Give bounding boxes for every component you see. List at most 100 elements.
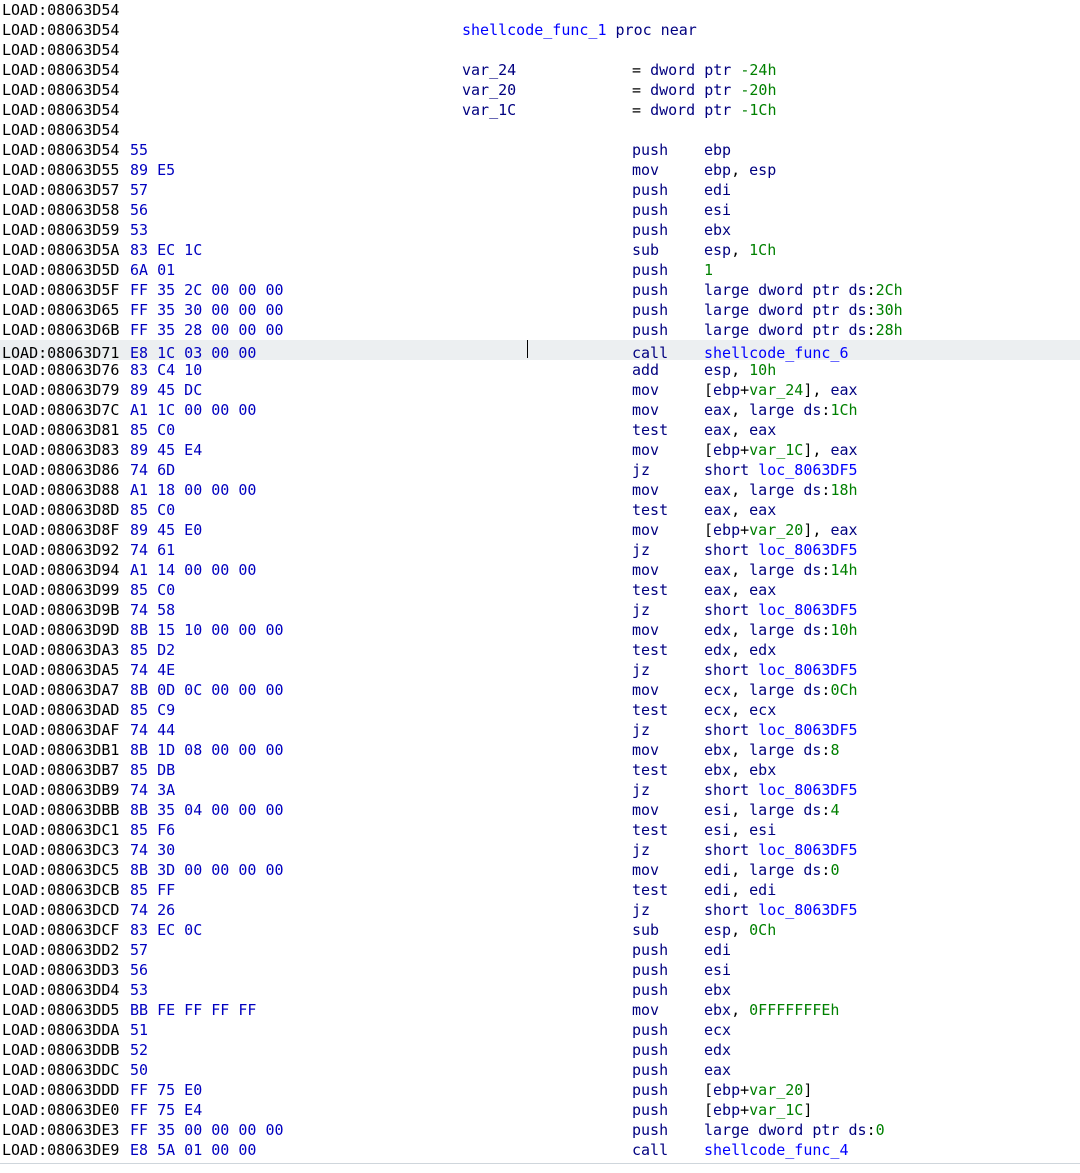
disassembly-listing[interactable]: LOAD:08063D54LOAD:08063D54shellcode_func… [0, 0, 1080, 1162]
disasm-line[interactable]: LOAD:08063D94A1 14 00 00 00moveax, large… [0, 560, 1080, 580]
opcode-bytes: 8B 1D 08 00 00 00 [130, 740, 528, 760]
disasm-line[interactable]: LOAD:08063DDB52pushedx [0, 1040, 1080, 1060]
disasm-line[interactable]: LOAD:08063D88A1 18 00 00 00moveax, large… [0, 480, 1080, 500]
disasm-line[interactable]: LOAD:08063DBB8B 35 04 00 00 00movesi, la… [0, 800, 1080, 820]
mnemonic: test [632, 880, 704, 900]
operands: esp, 0Ch [704, 920, 1080, 940]
disasm-line[interactable]: LOAD:08063D5D6A 01push1 [0, 260, 1080, 280]
disasm-line[interactable]: LOAD:08063DB785 DBtestebx, ebx [0, 760, 1080, 780]
disasm-line[interactable]: LOAD:08063DDA51pushecx [0, 1020, 1080, 1040]
disasm-line[interactable]: LOAD:08063D9B74 58jzshort loc_8063DF5 [0, 600, 1080, 620]
local-var-name: var_20 [462, 80, 632, 100]
address: LOAD:08063D5D [0, 260, 130, 280]
disasm-line[interactable]: LOAD:08063DE3FF 35 00 00 00 00pushlarge … [0, 1120, 1080, 1140]
disasm-line[interactable]: LOAD:08063DA385 D2testedx, edx [0, 640, 1080, 660]
address: LOAD:08063D88 [0, 480, 130, 500]
mnemonic: mov [632, 560, 704, 580]
mnemonic: jz [632, 660, 704, 680]
disasm-line[interactable]: LOAD:08063D9274 61jzshort loc_8063DF5 [0, 540, 1080, 560]
disasm-line[interactable]: LOAD:08063DC374 30jzshort loc_8063DF5 [0, 840, 1080, 860]
operands: eax, large ds:18h [704, 480, 1080, 500]
opcode-bytes: 8B 0D 0C 00 00 00 [130, 680, 528, 700]
operands: ebx [704, 220, 1080, 240]
disasm-line[interactable]: LOAD:08063D5856pushesi [0, 200, 1080, 220]
disasm-line[interactable]: LOAD:08063D54 [0, 120, 1080, 140]
disasm-line[interactable]: LOAD:08063D5FFF 35 2C 00 00 00pushlarge … [0, 280, 1080, 300]
disasm-line[interactable]: LOAD:08063D8185 C0testeax, eax [0, 420, 1080, 440]
operands: esp, 1Ch [704, 240, 1080, 260]
opcode-bytes: 8B 35 04 00 00 00 [130, 800, 528, 820]
disasm-line[interactable]: LOAD:08063D71E8 1C 03 00 00callshellcode… [0, 340, 1080, 360]
disasm-line[interactable]: LOAD:08063D6BFF 35 28 00 00 00pushlarge … [0, 320, 1080, 340]
disasm-line[interactable]: LOAD:08063DC58B 3D 00 00 00 00movedi, la… [0, 860, 1080, 880]
operands: [ebp+var_1C], eax [704, 440, 1080, 460]
disasm-line[interactable]: LOAD:08063D7CA1 1C 00 00 00moveax, large… [0, 400, 1080, 420]
var-reference: var_24 [749, 381, 803, 399]
disasm-line[interactable]: LOAD:08063DCD74 26jzshort loc_8063DF5 [0, 900, 1080, 920]
mnemonic: mov [632, 800, 704, 820]
disasm-line[interactable]: LOAD:08063DD5BB FE FF FF FFmovebx, 0FFFF… [0, 1000, 1080, 1020]
disasm-line[interactable]: LOAD:08063DDDFF 75 E0push[ebp+var_20] [0, 1080, 1080, 1100]
operands: esp, 10h [704, 360, 1080, 380]
address: LOAD:08063D6B [0, 320, 130, 340]
address: LOAD:08063D65 [0, 300, 130, 320]
disasm-line[interactable]: LOAD:08063D54var_24= dword ptr -24h [0, 60, 1080, 80]
disasm-line[interactable]: LOAD:08063D7989 45 DCmov[ebp+var_24], ea… [0, 380, 1080, 400]
disasm-line[interactable]: LOAD:08063D8F89 45 E0mov[ebp+var_20], ea… [0, 520, 1080, 540]
operands: ebx, large ds:8 [704, 740, 1080, 760]
address: LOAD:08063DD4 [0, 980, 130, 1000]
disasm-line[interactable]: LOAD:08063DB974 3Ajzshort loc_8063DF5 [0, 780, 1080, 800]
mnemonic: sub [632, 920, 704, 940]
operands: edx, large ds:10h [704, 620, 1080, 640]
address: LOAD:08063DAD [0, 700, 130, 720]
disasm-line[interactable]: LOAD:08063D8389 45 E4mov[ebp+var_1C], ea… [0, 440, 1080, 460]
disasm-line[interactable]: LOAD:08063DAF74 44jzshort loc_8063DF5 [0, 720, 1080, 740]
opcode-bytes: 50 [130, 1060, 528, 1080]
disasm-line[interactable]: LOAD:08063D54shellcode_func_1 proc near [0, 20, 1080, 40]
opcode-bytes: 53 [130, 980, 528, 1000]
disasm-line[interactable]: LOAD:08063DDC50pusheax [0, 1060, 1080, 1080]
disasm-line[interactable]: LOAD:08063D5589 E5movebp, esp [0, 160, 1080, 180]
opcode-bytes: 74 3A [130, 780, 528, 800]
address: LOAD:08063D92 [0, 540, 130, 560]
disasm-line[interactable]: LOAD:08063D54var_1C= dword ptr -1Ch [0, 100, 1080, 120]
address: LOAD:08063D5F [0, 280, 130, 300]
disasm-line[interactable]: LOAD:08063D9D8B 15 10 00 00 00movedx, la… [0, 620, 1080, 640]
disasm-line[interactable]: LOAD:08063D8D85 C0testeax, eax [0, 500, 1080, 520]
opcode-bytes: FF 35 2C 00 00 00 [130, 280, 528, 300]
disasm-line[interactable]: LOAD:08063D5455pushebp [0, 140, 1080, 160]
disasm-line[interactable]: LOAD:08063DE9E8 5A 01 00 00callshellcode… [0, 1140, 1080, 1160]
disasm-line[interactable]: LOAD:08063DA78B 0D 0C 00 00 00movecx, la… [0, 680, 1080, 700]
address: LOAD:08063D54 [0, 100, 130, 120]
mnemonic: jz [632, 460, 704, 480]
disasm-line[interactable]: LOAD:08063D54 [0, 0, 1080, 20]
disasm-line[interactable]: LOAD:08063D54var_20= dword ptr -20h [0, 80, 1080, 100]
disasm-line[interactable]: LOAD:08063DD257pushedi [0, 940, 1080, 960]
disasm-line[interactable]: LOAD:08063DD453pushebx [0, 980, 1080, 1000]
address: LOAD:08063D54 [0, 80, 130, 100]
disasm-line[interactable]: LOAD:08063D54 [0, 40, 1080, 60]
disasm-line[interactable]: LOAD:08063D5953pushebx [0, 220, 1080, 240]
disasm-line[interactable]: LOAD:08063D5757pushedi [0, 180, 1080, 200]
disasm-line[interactable]: LOAD:08063D7683 C4 10addesp, 10h [0, 360, 1080, 380]
address: LOAD:08063D8F [0, 520, 130, 540]
disasm-line[interactable]: LOAD:08063DCB85 FFtestedi, edi [0, 880, 1080, 900]
address: LOAD:08063D86 [0, 460, 130, 480]
operands: edi [704, 180, 1080, 200]
disasm-line[interactable]: LOAD:08063D65FF 35 30 00 00 00pushlarge … [0, 300, 1080, 320]
mnemonic: mov [632, 680, 704, 700]
disasm-line[interactable]: LOAD:08063DAD85 C9testecx, ecx [0, 700, 1080, 720]
disasm-line[interactable]: LOAD:08063DC185 F6testesi, esi [0, 820, 1080, 840]
disasm-line[interactable]: LOAD:08063D9985 C0testeax, eax [0, 580, 1080, 600]
disasm-line[interactable]: LOAD:08063DA574 4Ejzshort loc_8063DF5 [0, 660, 1080, 680]
disasm-line[interactable]: LOAD:08063DCF83 EC 0Csubesp, 0Ch [0, 920, 1080, 940]
disasm-line[interactable]: LOAD:08063DD356pushesi [0, 960, 1080, 980]
address: LOAD:08063D9B [0, 600, 130, 620]
mnemonic: test [632, 420, 704, 440]
operands: large dword ptr ds:0 [704, 1120, 1080, 1140]
disasm-line[interactable]: LOAD:08063D8674 6Djzshort loc_8063DF5 [0, 460, 1080, 480]
operands: ecx, large ds:0Ch [704, 680, 1080, 700]
disasm-line[interactable]: LOAD:08063DB18B 1D 08 00 00 00movebx, la… [0, 740, 1080, 760]
disasm-line[interactable]: LOAD:08063D5A83 EC 1Csubesp, 1Ch [0, 240, 1080, 260]
disasm-line[interactable]: LOAD:08063DE0FF 75 E4push[ebp+var_1C] [0, 1100, 1080, 1120]
